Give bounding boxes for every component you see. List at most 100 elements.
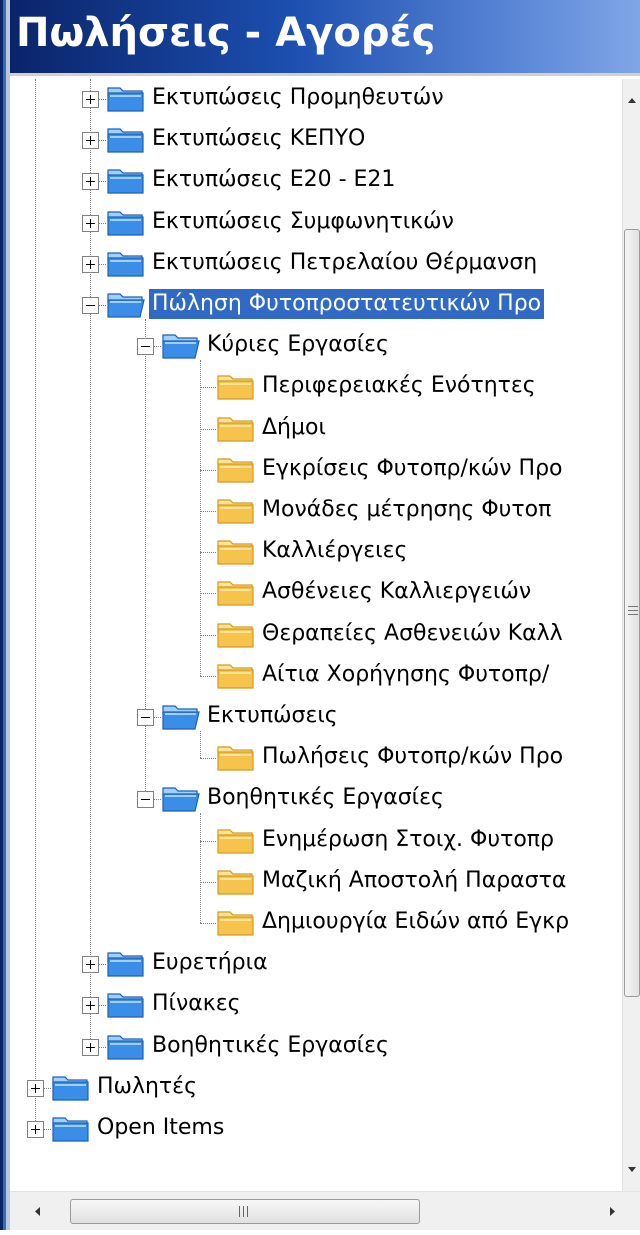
horizontal-scroll-thumb[interactable] [70, 1199, 420, 1224]
tree-item-label[interactable]: Εκτυπώσεις [204, 701, 341, 731]
toggle-bar [90, 177, 91, 187]
expand-toggle-icon[interactable] [82, 214, 99, 232]
blue-folder-icon [106, 1030, 146, 1062]
blue-folder-icon [106, 123, 146, 155]
tree-item-label[interactable]: Open Items [94, 1113, 227, 1143]
yellow-folder-icon [216, 453, 256, 485]
expand-toggle-icon[interactable] [82, 173, 99, 191]
expand-toggle-icon[interactable] [82, 956, 99, 974]
expand-toggle-icon[interactable] [82, 997, 99, 1015]
expand-toggle-icon[interactable] [27, 1079, 44, 1097]
yellow-folder-icon [216, 824, 256, 856]
tree-connector-line [200, 511, 216, 512]
toggle-bar [35, 1125, 36, 1134]
toggle-bar [90, 136, 91, 146]
tree-item-label[interactable]: Δημιουργία Ειδών από Εγκρ [259, 907, 572, 937]
yellow-folder-icon [216, 906, 256, 938]
tree-view[interactable]: Εκτυπώσεις Προμηθευτών Εκτυπώσεις ΚΕΠΥΟ Εκ… [10, 79, 622, 1191]
scroll-down-arrow-icon [628, 1167, 636, 1172]
tree-item-label[interactable]: Εκτυπώσεις ΚΕΠΥΟ [149, 124, 368, 154]
toggle-bar [90, 1042, 91, 1052]
scroll-left-button[interactable] [10, 1192, 50, 1231]
toggle-bar [90, 1001, 91, 1011]
grip-line [247, 1206, 248, 1217]
tree-item-label[interactable]: Πωλητές [94, 1072, 200, 1102]
tree-item-label[interactable]: Εκτυπώσεις Προμηθευτών [149, 83, 447, 113]
app-window: Πωλήσεις - Αγορές Εκτυπώσεις Προμηθευτών… [0, 0, 640, 1230]
tree-connector-line [200, 387, 216, 389]
scroll-up-button[interactable] [623, 79, 640, 119]
toggle-bar [35, 1083, 36, 1093]
title-bar[interactable]: Πωλήσεις - Αγορές [10, 0, 640, 76]
tree-connector-line [200, 428, 216, 430]
toggle-dash [86, 305, 95, 306]
tree-item-label[interactable]: Καλλιέργειες [259, 536, 410, 566]
blue-folder-icon [106, 206, 146, 238]
tree-item-label[interactable]: Μαζική Αποστολή Παραστα [259, 866, 569, 896]
yellow-folder-icon [216, 741, 256, 773]
collapse-toggle-icon[interactable] [137, 791, 154, 809]
tree-item-label[interactable]: Ασθένειες Καλλιεργειών [259, 577, 534, 607]
yellow-folder-icon [216, 865, 256, 897]
tree-item-label[interactable]: Ενημέρωση Στοιχ. Φυτοπρ [259, 825, 557, 855]
tree-connector-line [200, 923, 216, 924]
collapse-toggle-icon[interactable] [137, 338, 154, 356]
vertical-scrollbar[interactable] [622, 79, 640, 1191]
expand-toggle-icon[interactable] [82, 91, 99, 108]
tree-item-label[interactable]: Ευρετήρια [149, 948, 271, 978]
collapse-toggle-icon[interactable] [137, 709, 154, 726]
grip-line [628, 614, 638, 615]
grip-icon [628, 606, 638, 607]
tree-item-label[interactable]: Αίτια Χορήγησης Φυτοπρ/ [259, 660, 552, 690]
tree-item-label[interactable]: Εκτυπώσεις Συμφωνητικών [149, 207, 457, 237]
expand-toggle-icon[interactable] [82, 1038, 99, 1056]
toggle-bar [90, 95, 91, 104]
tree-item-label[interactable]: Εγκρίσεις Φυτοπρ/κών Προ [259, 454, 566, 484]
tree-item-label[interactable]: Πωλήσεις Φυτοπρ/κών Προ [259, 742, 566, 772]
tree-item-label[interactable]: Βοηθητικές Εργασίες [149, 1031, 392, 1061]
yellow-folder-icon [216, 535, 256, 567]
tree-item-label[interactable]: Κύριες Εργασίες [204, 330, 392, 360]
tree-item-label[interactable]: Βοηθητικές Εργασίες [204, 783, 447, 813]
yellow-folder-icon [216, 576, 256, 608]
vertical-scroll-thumb[interactable] [624, 229, 640, 997]
blue-folder-icon [106, 164, 146, 196]
scroll-down-button[interactable] [623, 1151, 640, 1191]
blue-open-folder-icon [161, 782, 201, 814]
yellow-folder-icon [216, 618, 256, 650]
blue-open-folder-icon [106, 288, 146, 320]
tree-item-label[interactable]: Πίνακες [149, 989, 244, 1019]
toggle-dash [141, 346, 150, 348]
yellow-folder-icon [216, 412, 256, 444]
blue-folder-icon [51, 1112, 91, 1144]
yellow-folder-icon [216, 494, 256, 526]
scroll-right-arrow-icon [610, 1207, 615, 1216]
blue-folder-icon [106, 947, 146, 979]
expand-toggle-icon[interactable] [82, 132, 99, 150]
horizontal-scrollbar[interactable] [10, 1191, 640, 1230]
scroll-right-button[interactable] [600, 1192, 640, 1231]
blue-folder-icon [106, 247, 146, 279]
tree-item-label[interactable]: Εκτυπώσεις Ε20 - Ε21 [149, 165, 398, 195]
scroll-left-arrow-icon [35, 1207, 40, 1216]
tree-connector-line [200, 552, 216, 554]
toggle-bar [90, 218, 91, 228]
tree-connector-line [200, 675, 216, 677]
blue-folder-icon [106, 988, 146, 1020]
collapse-toggle-icon[interactable] [82, 297, 99, 314]
tree-item-label[interactable]: Μονάδες μέτρησης Φυτοπ [259, 495, 554, 525]
tree-connector-line [200, 593, 216, 595]
blue-open-folder-icon [161, 700, 201, 732]
tree-item-label[interactable]: Εκτυπώσεις Πετρελαίου Θέρμανση [149, 248, 540, 278]
tree-item-label[interactable]: Πώληση Φυτοπροστατευτικών Προ [147, 288, 546, 320]
tree-item-label[interactable]: Δήμοι [259, 413, 329, 443]
tree-connector-line [200, 758, 216, 760]
expand-toggle-icon[interactable] [82, 255, 99, 273]
grip-line [628, 610, 638, 611]
tree-connector-line [200, 840, 216, 842]
toggle-dash [141, 799, 150, 801]
blue-folder-icon [51, 1071, 91, 1103]
expand-toggle-icon[interactable] [27, 1121, 44, 1138]
tree-item-label[interactable]: Θεραπείες Ασθενειών Καλλ [259, 619, 566, 649]
tree-item-label[interactable]: Περιφερειακές Ενότητες [259, 371, 539, 401]
